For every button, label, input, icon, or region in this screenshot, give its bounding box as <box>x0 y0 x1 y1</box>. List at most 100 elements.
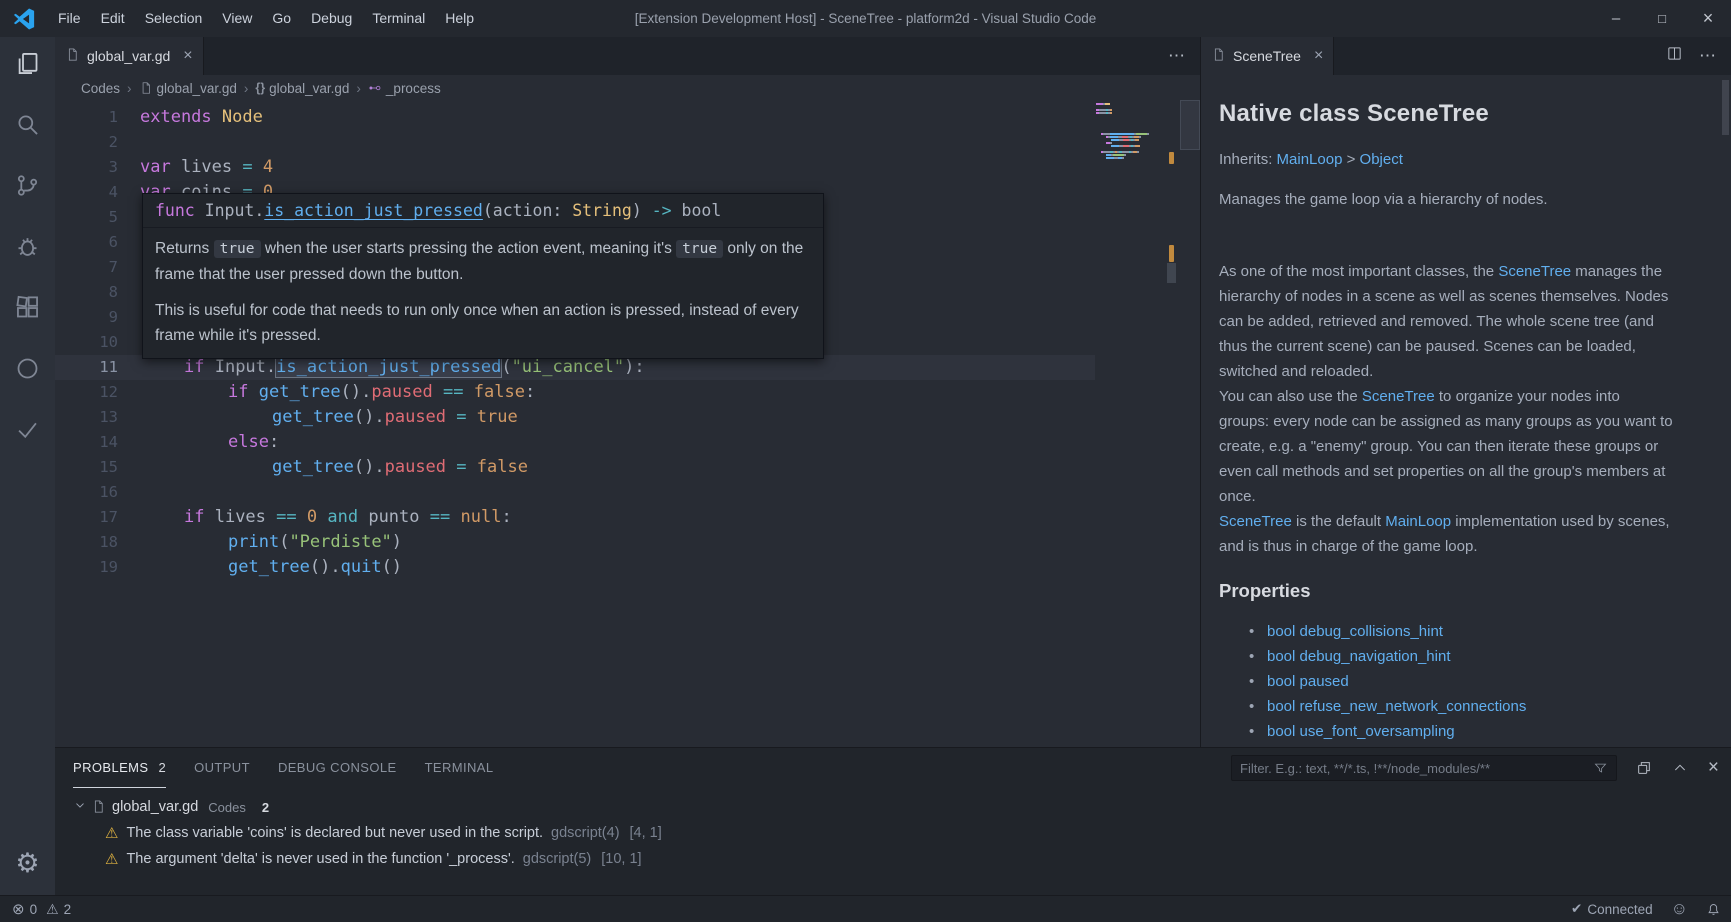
settings-gear-icon[interactable]: ⚙ <box>0 843 55 883</box>
doc-link[interactable]: SceneTree <box>1498 263 1571 280</box>
menu-help[interactable]: Help <box>435 0 484 37</box>
scrollbar-thumb[interactable] <box>1167 263 1176 283</box>
errors-warnings-status[interactable]: ⊗ 0 ⚠ 2 <box>12 900 71 918</box>
menu-file[interactable]: File <box>48 0 91 37</box>
minimize-button[interactable]: – <box>1593 0 1639 37</box>
menu-go[interactable]: Go <box>262 0 301 37</box>
property-link[interactable]: bool use_font_oversampling <box>1267 723 1455 740</box>
panel-tab-problems[interactable]: PROBLEMS2 <box>73 748 166 788</box>
breadcrumb-separator: › <box>125 81 134 96</box>
doc-link[interactable]: Object <box>1360 151 1403 168</box>
text-segment: You can also use the <box>1219 388 1362 405</box>
problem-message: The class variable 'coins' is declared b… <box>126 825 543 841</box>
tab-scenetree[interactable]: SceneTree × <box>1201 37 1334 75</box>
search-icon[interactable] <box>0 98 55 150</box>
bell-icon[interactable] <box>1706 902 1721 917</box>
scrollbar-thumb[interactable] <box>1180 100 1200 150</box>
panel-tab-output[interactable]: OUTPUT <box>194 748 250 788</box>
doc-link[interactable]: SceneTree <box>1362 388 1435 405</box>
breadcrumb-item[interactable]: {}global_var.gd <box>255 81 349 96</box>
inline-code: true <box>214 240 261 258</box>
circle-extension-icon[interactable] <box>0 342 55 394</box>
text-segment: manages the hierarchy of nodes in a scen… <box>1219 263 1668 380</box>
problem-position: [10, 1] <box>601 851 641 867</box>
feedback-smiley-icon[interactable]: ☺ <box>1671 899 1688 919</box>
code-line[interactable]: 15get_tree().paused = false <box>55 455 1095 480</box>
text-segment: is the default <box>1292 513 1385 530</box>
menu-terminal[interactable]: Terminal <box>362 0 435 37</box>
line-number: 17 <box>55 505 140 530</box>
properties-heading: Properties <box>1219 580 1673 602</box>
maximize-button[interactable]: □ <box>1639 0 1685 37</box>
doc-link[interactable]: MainLoop <box>1277 151 1343 168</box>
chevron-down-icon[interactable] <box>73 798 89 816</box>
code-line[interactable]: 3var lives = 4 <box>55 155 1095 180</box>
inline-code: true <box>676 240 723 258</box>
breadcrumb-item[interactable]: global_var.gd <box>139 81 237 96</box>
hover-description: Returns true when the user starts pressi… <box>143 228 823 358</box>
tab-close-icon[interactable]: × <box>183 47 192 65</box>
tab-global-var-gd[interactable]: global_var.gd × <box>55 37 204 75</box>
chevron-up-icon[interactable] <box>1672 760 1688 776</box>
property-item: bool refuse_new_network_connections <box>1219 694 1673 719</box>
filter-input[interactable] <box>1240 761 1593 776</box>
menu-debug[interactable]: Debug <box>301 0 362 37</box>
more-actions-icon[interactable]: ⋯ <box>1699 46 1717 66</box>
code-line[interactable]: 14else: <box>55 430 1095 455</box>
property-link[interactable]: bool debug_collisions_hint <box>1267 623 1443 640</box>
more-actions-icon[interactable]: ⋯ <box>1168 46 1186 66</box>
problem-position: [4, 1] <box>630 825 662 841</box>
doc-link[interactable]: MainLoop <box>1385 513 1451 530</box>
menu-view[interactable]: View <box>212 0 262 37</box>
panel-tab-terminal[interactable]: TERMINAL <box>425 748 494 788</box>
editor-group-left: global_var.gd × ⋯ Codes›global_var.gd›{}… <box>55 37 1200 747</box>
code-line[interactable]: 16 <box>55 480 1095 505</box>
panel-layout-icon[interactable] <box>1636 760 1652 776</box>
code-line[interactable]: 18print("Perdiste") <box>55 530 1095 555</box>
code-line[interactable]: 12if get_tree().paused == false: <box>55 380 1095 405</box>
check-extension-icon[interactable] <box>0 403 55 455</box>
minimap[interactable] <box>1096 103 1154 160</box>
code-line[interactable]: 17if lives == 0 and punto == null: <box>55 505 1095 530</box>
doc-link[interactable]: SceneTree <box>1219 513 1292 530</box>
hover-tooltip: func Input.is_action_just_pressed(action… <box>142 193 824 359</box>
line-number: 6 <box>55 230 140 255</box>
file-icon <box>89 797 112 818</box>
warning-icon: ⚠ <box>46 901 59 918</box>
tab-close-icon[interactable]: × <box>1314 47 1323 65</box>
error-icon: ⊗ <box>12 900 25 918</box>
menu-selection[interactable]: Selection <box>135 0 213 37</box>
property-link[interactable]: bool paused <box>1267 673 1349 690</box>
menu-edit[interactable]: Edit <box>91 0 135 37</box>
code-line[interactable]: 2 <box>55 130 1095 155</box>
panel-tab-debug-console[interactable]: DEBUG CONSOLE <box>278 748 397 788</box>
breadcrumb-item[interactable]: _process <box>368 81 441 96</box>
problems-list: global_var.gdCodes2⚠The class variable '… <box>55 794 1731 872</box>
problem-row[interactable]: ⚠The class variable 'coins' is declared … <box>55 820 1731 846</box>
problem-row[interactable]: ⚠ The argument 'delta' is never used in t… <box>55 846 1731 872</box>
property-link[interactable]: bool debug_navigation_hint <box>1267 648 1451 665</box>
close-button[interactable]: × <box>1685 0 1731 37</box>
code-line[interactable]: 13get_tree().paused = true <box>55 405 1095 430</box>
code-line[interactable]: 1extends Node <box>55 105 1095 130</box>
debug-icon[interactable] <box>0 220 55 272</box>
close-panel-icon[interactable]: × <box>1708 757 1719 779</box>
status-bar: ⊗ 0 ⚠ 2 ✔ Connected ☺ <box>0 895 1731 922</box>
problem-message: The argument 'delta' is never used in th… <box>126 851 514 867</box>
problems-group-row[interactable]: global_var.gdCodes2 <box>55 794 1731 820</box>
explorer-icon[interactable] <box>0 37 55 89</box>
property-link[interactable]: bool refuse_new_network_connections <box>1267 698 1526 715</box>
source-control-icon[interactable] <box>0 159 55 211</box>
extensions-icon[interactable] <box>0 281 55 333</box>
filter-icon[interactable] <box>1593 761 1608 776</box>
split-editor-icon[interactable] <box>1666 45 1683 67</box>
breadcrumb-item[interactable]: Codes <box>81 81 120 96</box>
scrollbar-thumb[interactable] <box>1722 80 1729 135</box>
remote-status[interactable]: ✔ Connected <box>1571 901 1653 917</box>
overview-warning-mark <box>1169 152 1174 164</box>
tab-label: global_var.gd <box>87 48 170 64</box>
problem-source: gdscript(4) <box>551 825 620 841</box>
code-line[interactable]: 19get_tree().quit() <box>55 555 1095 580</box>
warning-icon: ⚠ <box>105 850 118 868</box>
line-number: 7 <box>55 255 140 280</box>
